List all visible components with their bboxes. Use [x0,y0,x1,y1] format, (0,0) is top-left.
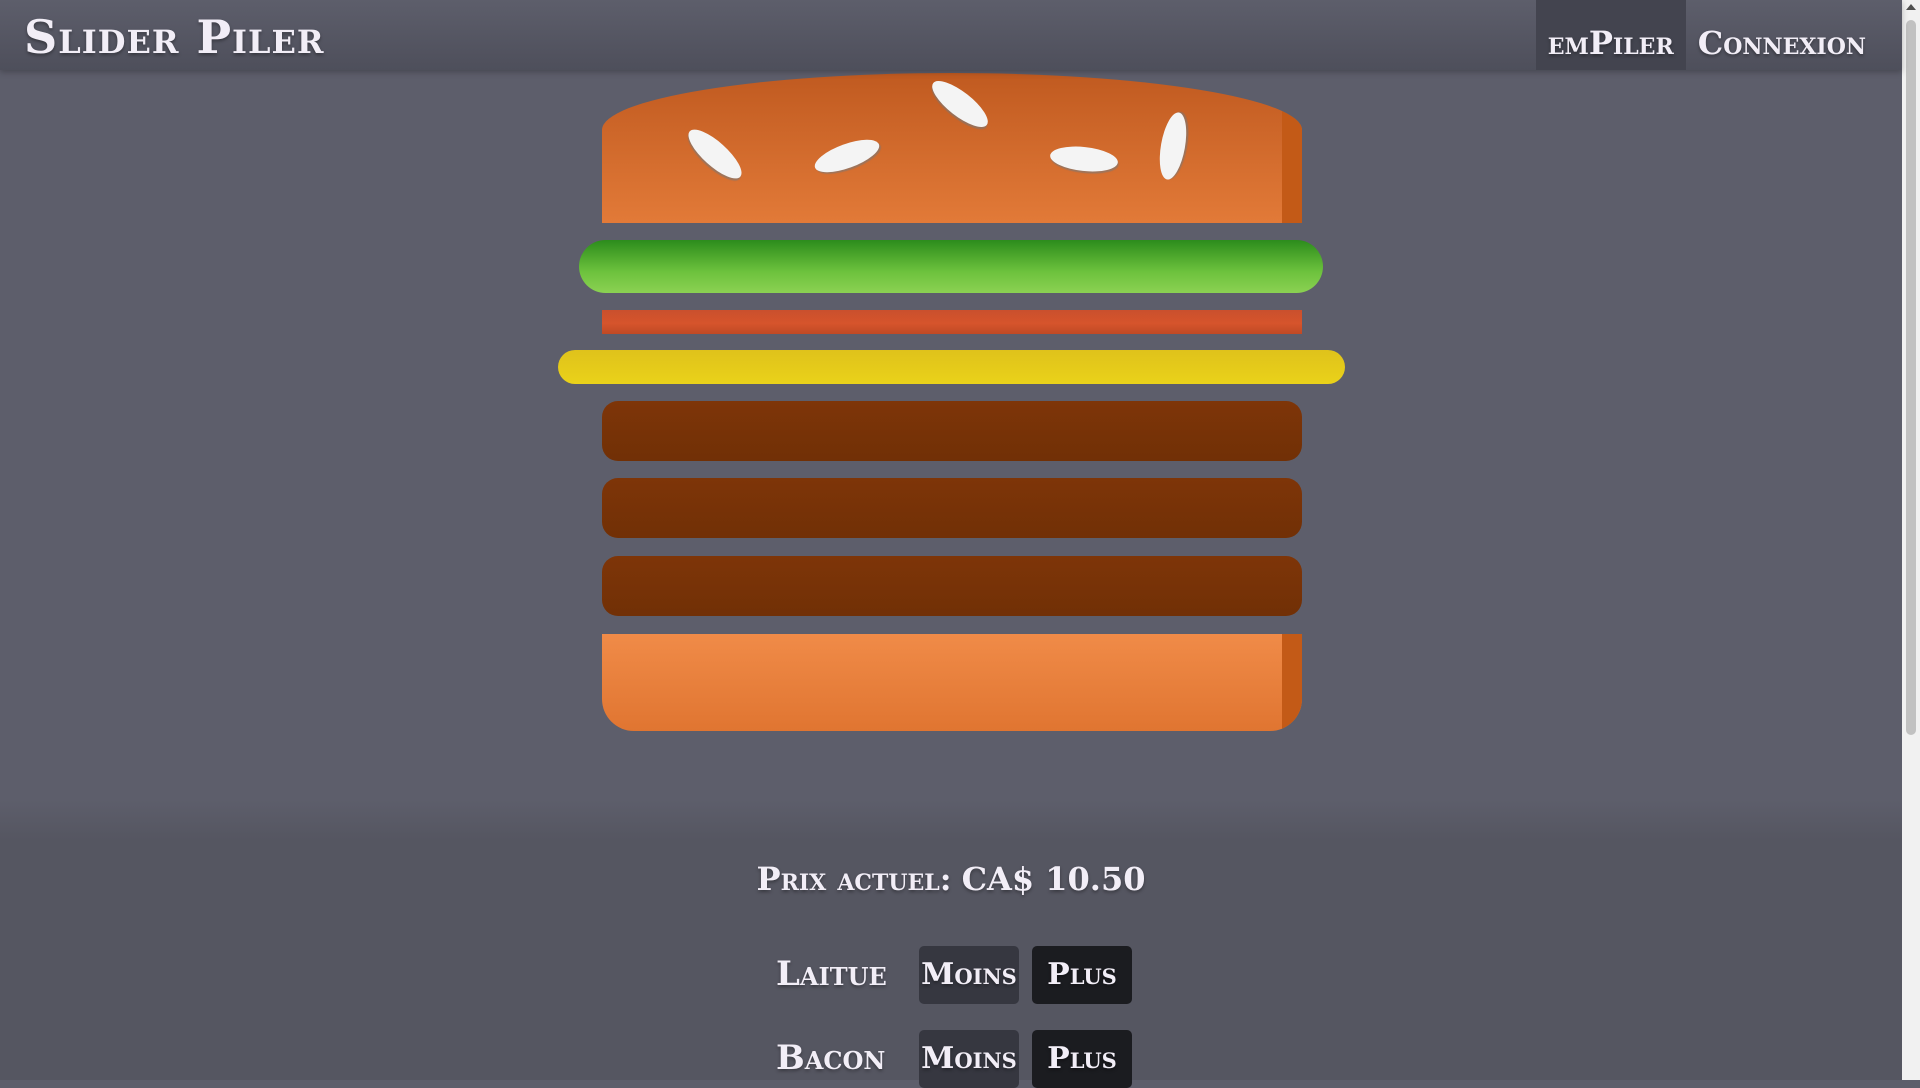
ingredient-label: Bacon [776,1038,886,1078]
patty-layer [602,478,1302,538]
top-bun [602,73,1302,223]
current-price: Prix actuel: CA$ 10.50 [0,860,1902,898]
sesame-seed [810,133,884,179]
nav-connexion[interactable]: Connexion [1686,0,1902,70]
sesame-seed [681,122,749,186]
brand-title[interactable]: Slider Piler [24,10,324,64]
ingredient-label: Laitue [776,954,887,994]
patty-layer [602,401,1302,461]
bottom-bun [602,634,1302,731]
tomato-layer [602,310,1302,334]
bacon-plus-button[interactable]: Plus [1032,1030,1132,1088]
laitue-plus-button[interactable]: Plus [1032,946,1132,1004]
cheese-layer [558,350,1345,384]
nav-links: emPiler Connexion [1535,0,1902,70]
top-navbar: Slider Piler emPiler Connexion [0,0,1902,70]
price-label: Prix actuel: [756,860,952,898]
bacon-minus-button[interactable]: Moins [919,1030,1019,1088]
page-scrollbar[interactable] [1902,0,1920,1080]
scroll-up-icon[interactable] [1906,4,1916,10]
top-bun-shade [1282,73,1302,223]
controls-panel: Prix actuel: CA$ 10.50 Laitue Moins Plus … [0,800,1902,1088]
patty-layer [602,556,1302,616]
scrollbar-thumb[interactable] [1906,20,1916,735]
sesame-seed [925,73,995,135]
burger-stack [0,0,1902,800]
sesame-seed [1048,143,1120,175]
nav-empiler[interactable]: emPiler [1535,0,1686,70]
laitue-minus-button[interactable]: Moins [919,946,1019,1004]
price-value: CA$ 10.50 [961,860,1146,898]
sesame-seed [1155,110,1191,182]
bottom-bun-shade [1282,634,1302,731]
lettuce-layer [579,240,1323,293]
